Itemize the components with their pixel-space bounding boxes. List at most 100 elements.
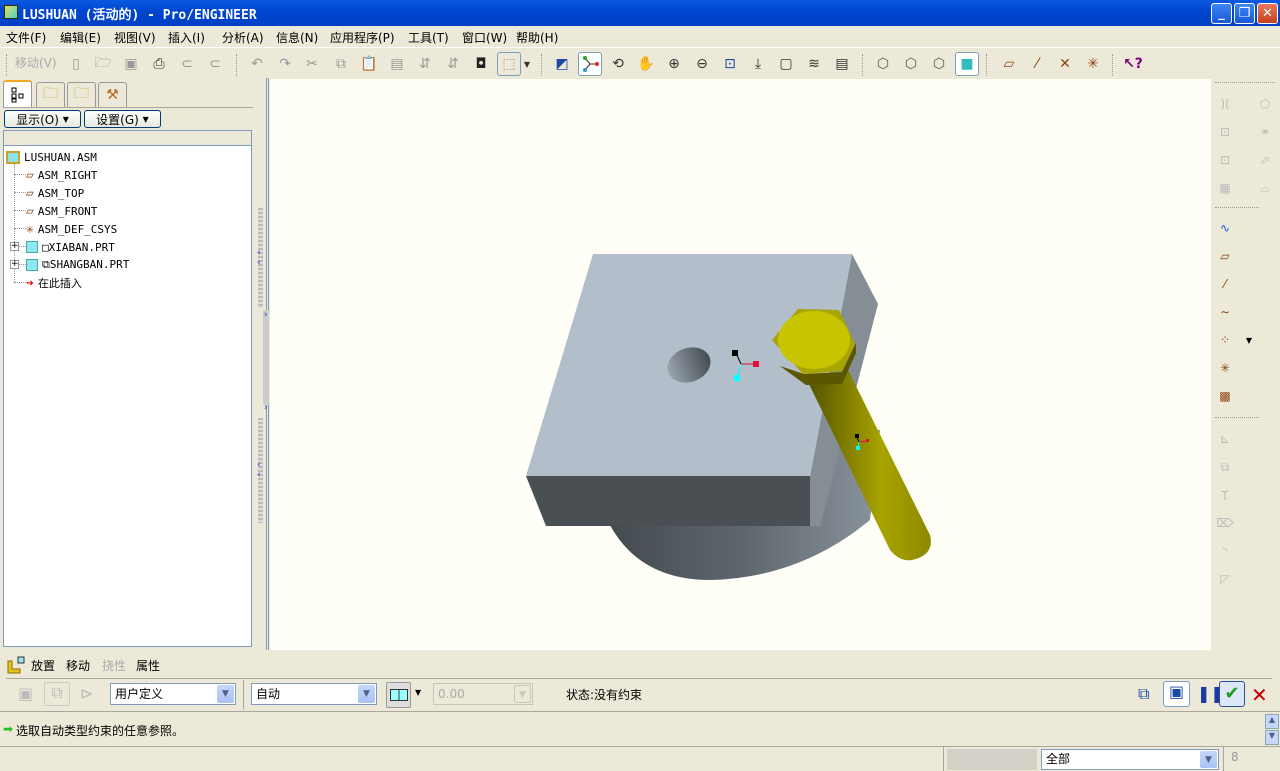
datum-axis-tool-icon[interactable]: ⁄ [1213, 272, 1237, 296]
shading-icon[interactable]: ■ [955, 52, 979, 76]
menu-insert[interactable]: 插入(I) [168, 29, 205, 46]
favorites-tab[interactable]: 🗀 [67, 82, 96, 107]
mechanism-icon[interactable]: ⊳ [80, 684, 93, 703]
tab-placement[interactable]: 放置 [31, 657, 55, 674]
zoom-in-icon[interactable]: ⊕ [662, 52, 686, 76]
collapse-left-icon[interactable]: ‹ ‹ [257, 460, 261, 480]
expand-handle[interactable] [263, 310, 269, 405]
merge-icon[interactable]: ⊡ [1213, 120, 1237, 144]
select-box-icon[interactable]: ⬚ [497, 52, 521, 76]
chamfer-tool-icon[interactable]: ◸ [1213, 567, 1237, 591]
sketch-icon[interactable]: ∿ [1213, 216, 1237, 240]
csys-tool-icon[interactable]: ✳ [1213, 356, 1237, 380]
save-icon[interactable]: ▣ [119, 52, 143, 76]
menu-edit[interactable]: 编辑(E) [60, 29, 101, 46]
model-3d-view[interactable] [270, 79, 1211, 650]
tree-item-asm-front[interactable]: ▱ ASM_FRONT [26, 202, 97, 220]
settings-menu-button[interactable]: 设置(G) ▼ [84, 110, 161, 128]
print-icon[interactable]: ⎙ [147, 52, 171, 76]
datum-axes-toggle-icon[interactable]: ⁄ [1025, 52, 1049, 76]
constraint-set-select[interactable]: 用户定义 ▼ [110, 683, 236, 705]
expand-right-icon[interactable]: › [264, 403, 268, 413]
select-dropdown-icon[interactable]: ▼ [521, 52, 533, 76]
menu-applications[interactable]: 应用程序(P) [330, 29, 395, 46]
intersect-icon[interactable]: ⊡ [1213, 148, 1237, 172]
menu-view[interactable]: 视图(V) [114, 29, 156, 46]
zoom-out-icon[interactable]: ⊖ [690, 52, 714, 76]
flip-constraint-button[interactable] [386, 682, 411, 708]
tab-move[interactable]: 移动 [66, 657, 90, 674]
round-tool-icon[interactable]: ◝ [1213, 539, 1237, 563]
collapse-left-icon[interactable]: ‹ ‹ [257, 248, 261, 268]
refit-icon[interactable]: ⊡ [718, 52, 742, 76]
cut-icon[interactable]: ✂ [300, 52, 324, 76]
separate-window-icon[interactable]: ⧉ [44, 682, 70, 706]
panel-sash[interactable]: ‹ ‹ › › ‹ ‹ [256, 78, 270, 650]
orient-mode-icon[interactable]: ⟲ [606, 52, 630, 76]
confirm-checkmark-button[interactable]: ✔ [1219, 681, 1245, 707]
reorient-icon[interactable]: ⤓ [746, 52, 770, 76]
separate-window-view-icon[interactable]: ⧉ [1138, 684, 1160, 704]
extrude-icon[interactable]: ⬠ [1253, 92, 1277, 116]
view-manager-icon[interactable]: ▤ [830, 52, 854, 76]
analysis-feature-icon[interactable]: ▩ [1213, 384, 1237, 408]
layers-icon[interactable]: ≋ [802, 52, 826, 76]
pattern-icon[interactable]: ▦ [1213, 176, 1237, 200]
expand-toggle[interactable]: + [10, 242, 19, 251]
datum-curve-tool-icon[interactable]: ∼ [1213, 300, 1237, 324]
connections-tab[interactable]: ⚒ [98, 82, 127, 107]
close-button[interactable]: ✕ [1257, 3, 1278, 24]
undo-icon[interactable]: ↶ [245, 52, 269, 76]
context-help-icon[interactable]: ↖? [1121, 52, 1145, 76]
regen-manager-icon[interactable]: ⇵ [441, 52, 465, 76]
datum-plane-tool-icon[interactable]: ▱ [1213, 244, 1237, 268]
model-tree-tab[interactable] [3, 80, 32, 107]
move-button[interactable]: 移动(V) [15, 54, 57, 71]
hidden-line-icon[interactable]: ⬡ [899, 52, 923, 76]
pan-icon[interactable]: ✋ [634, 52, 658, 76]
cancel-x-button[interactable]: ✕ [1251, 683, 1268, 707]
create-component-icon[interactable]: ⧉ [1213, 455, 1237, 479]
datum-points-toggle-icon[interactable]: ✕ [1053, 52, 1077, 76]
new-icon[interactable]: ▯ [64, 52, 88, 76]
scroll-down-button[interactable]: ▼ [1265, 730, 1279, 745]
tree-item-shangban[interactable]: ⧉SHANGBAN.PRT [26, 256, 129, 274]
menu-window[interactable]: 窗口(W) [462, 29, 507, 46]
flip-dropdown-icon[interactable]: ▼ [415, 688, 421, 697]
show-menu-button[interactable]: 显示(O) ▼ [4, 110, 81, 128]
datum-point-tool-icon[interactable]: ⁘ [1213, 328, 1237, 352]
open-icon[interactable]: 🗁 [91, 52, 115, 76]
find-icon[interactable]: ◘ [469, 52, 493, 76]
no-hidden-icon[interactable]: ⬡ [927, 52, 951, 76]
scroll-up-button[interactable]: ▲ [1265, 714, 1279, 729]
datum-point-dropdown-icon[interactable]: ▼ [1237, 328, 1261, 352]
tree-item-asm-def-csys[interactable]: ✳ ASM_DEF_CSYS [26, 220, 117, 238]
expand-right-icon[interactable]: › [264, 310, 268, 320]
send-email-icon[interactable]: ⊂ [175, 52, 199, 76]
tab-properties[interactable]: 属性 [136, 657, 160, 674]
menu-analysis[interactable]: 分析(A) [222, 29, 264, 46]
datum-planes-toggle-icon[interactable]: ▱ [997, 52, 1021, 76]
tree-item-asm-right[interactable]: ▱ ASM_RIGHT [26, 166, 97, 184]
folder-browser-tab[interactable]: 🗀 [36, 82, 65, 107]
revolve-icon[interactable]: ⚭ [1253, 120, 1277, 144]
assemble-component-icon[interactable]: ⊾ [1213, 427, 1237, 451]
expand-toggle[interactable]: + [10, 260, 19, 269]
restore-button[interactable]: ❐ [1234, 3, 1255, 24]
redo-icon[interactable]: ↷ [273, 52, 297, 76]
wireframe-icon[interactable]: ⬡ [871, 52, 895, 76]
spin-center-icon[interactable] [578, 52, 602, 76]
paste-icon[interactable]: 📋 [357, 52, 381, 76]
menu-help[interactable]: 帮助(H) [516, 29, 558, 46]
mirror-icon[interactable]: )( [1213, 92, 1237, 116]
tree-item-asm-top[interactable]: ▱ ASM_TOP [26, 184, 84, 202]
tree-item-xiaban[interactable]: □XIABAN.PRT [26, 238, 115, 256]
chevron-down-icon[interactable]: ▼ [1200, 751, 1217, 768]
tree-item-assembly[interactable]: LUSHUAN.ASM [6, 148, 97, 166]
menu-file[interactable]: 文件(F) [6, 29, 46, 46]
assembly-window-view-icon[interactable]: ▣ [1163, 681, 1190, 707]
repaint-icon[interactable]: ◩ [550, 52, 574, 76]
csys-toggle-icon[interactable]: ✳ [1081, 52, 1105, 76]
sweep-icon[interactable]: ⬀ [1253, 148, 1277, 172]
selection-filter-select[interactable]: 全部 ▼ [1041, 749, 1219, 770]
